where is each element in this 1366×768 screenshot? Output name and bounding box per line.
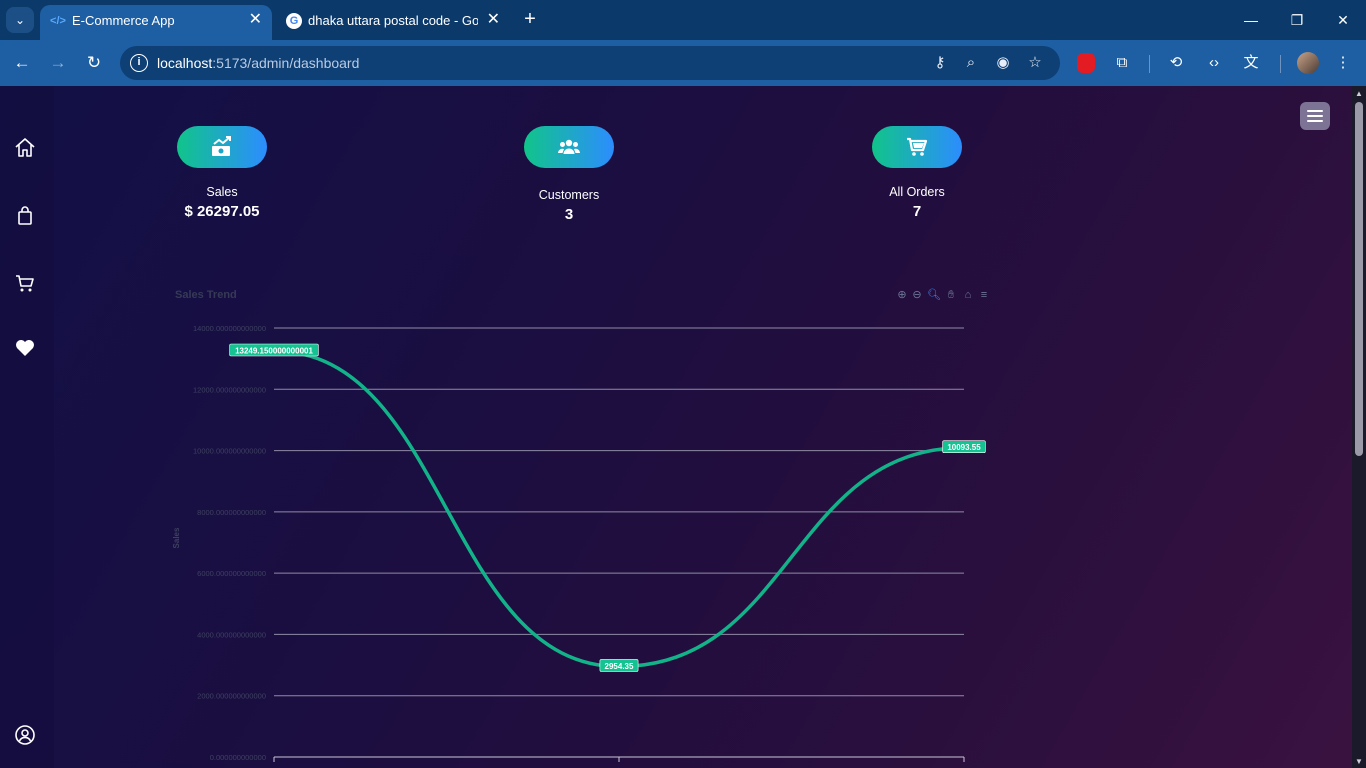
sales-series-line — [272, 349, 966, 669]
chart-canvas: Sales 0.000000000000 2000.000000000000 400… — [172, 324, 986, 762]
close-window-button[interactable]: ✕ — [1328, 8, 1358, 32]
cart-icon[interactable] — [13, 271, 37, 295]
sales-trend-chart: Sales Trend ⊕ ⊖ 🔍︎ ✋︎ ⌂ ≡ Sales 0.000000… — [165, 276, 1000, 768]
scrollbar-thumb[interactable] — [1355, 102, 1363, 456]
toolbar-divider — [1280, 55, 1281, 73]
stat-label: All Orders — [889, 185, 945, 199]
history-icon[interactable]: ⟲ — [1165, 52, 1187, 74]
y-tick-label: 12000.000000000000 — [193, 385, 266, 394]
reload-button[interactable]: ↻ — [82, 51, 106, 75]
stat-label: Customers — [538, 188, 600, 202]
site-info-icon[interactable]: i — [130, 54, 148, 72]
y-tick-label: 0.000000000000 — [210, 753, 266, 762]
y-tick-label: 14000.000000000000 — [193, 324, 266, 333]
y-tick-label: 6000.000000000000 — [197, 569, 266, 578]
stat-icon-pill[interactable] — [524, 126, 614, 168]
cart-icon — [907, 137, 928, 156]
google-icon: G — [286, 13, 302, 29]
y-tick-label: 10000.000000000000 — [193, 447, 266, 456]
stat-value: 3 — [564, 206, 574, 223]
tab-google-search[interactable]: G dhaka uttara postal code - Google Sear… — [276, 5, 510, 40]
stat-card-sales: Sales $ 26297.05 — [172, 126, 272, 220]
back-button[interactable]: ← — [10, 51, 34, 75]
translate-icon[interactable]: 文 — [1240, 52, 1262, 74]
stat-card-orders: All Orders 7 — [857, 126, 977, 220]
forward-button[interactable]: → — [46, 51, 70, 75]
more-menu-icon[interactable]: ⋮ — [1332, 52, 1354, 74]
shopping-bag-icon[interactable] — [13, 204, 37, 228]
tab-title: dhaka uttara postal code - Google Search — [308, 13, 478, 28]
bookmark-star-icon[interactable]: ☆ — [1025, 54, 1045, 72]
stat-label: Sales — [206, 185, 238, 199]
money-trend-icon — [212, 136, 231, 156]
stat-card-customers: Customers 3 — [509, 126, 629, 223]
restore-button[interactable]: ❐ — [1282, 8, 1312, 32]
sidebar — [0, 86, 54, 768]
menu-toggle-button[interactable] — [1300, 102, 1330, 130]
data-label: 13249.150000000001 — [235, 347, 313, 356]
y-tick-label: 8000.000000000000 — [197, 508, 266, 517]
url-text[interactable]: localhost:5173/admin/dashboard — [157, 55, 359, 71]
toolbar-divider — [1149, 55, 1150, 73]
address-bar[interactable]: i localhost:5173/admin/dashboard ⚷ ⌕ ◉ ☆ — [120, 46, 1060, 80]
y-tick-label: 4000.000000000000 — [197, 630, 266, 639]
data-label: 10093.55 — [947, 443, 981, 452]
stat-value: $ 26297.05 — [184, 203, 260, 220]
dashboard-page: Sales $ 26297.05 Customers 3 All Orders — [0, 86, 1352, 768]
zoom-icon[interactable]: ⌕ — [961, 54, 981, 72]
data-label: 2954.35 — [605, 662, 634, 671]
users-icon — [558, 139, 580, 154]
page-scrollbar[interactable]: ▲ ▼ — [1352, 86, 1366, 768]
new-tab-button[interactable]: + — [518, 8, 542, 32]
code-icon: </> — [50, 15, 66, 27]
close-icon[interactable]: ✕ — [487, 11, 500, 29]
extension-red-icon[interactable] — [1077, 53, 1095, 73]
profile-avatar[interactable] — [1297, 52, 1319, 74]
scroll-down-arrow[interactable]: ▼ — [1355, 758, 1363, 766]
stat-icon-pill[interactable] — [177, 126, 267, 168]
stat-value: 7 — [912, 203, 922, 220]
tab-title: E-Commerce App — [72, 13, 175, 28]
tab-ecommerce-app[interactable]: </> E-Commerce App ✕ — [40, 5, 272, 40]
close-icon[interactable]: ✕ — [249, 11, 262, 29]
browser-toolbar: ← → ↻ i localhost:5173/admin/dashboard ⚷… — [0, 40, 1366, 86]
y-tick-label: 2000.000000000000 — [197, 692, 266, 701]
tab-search-button[interactable]: ⌄ — [6, 7, 34, 33]
heart-icon[interactable] — [13, 336, 37, 360]
minimize-button[interactable]: — — [1236, 8, 1266, 32]
scroll-up-arrow[interactable]: ▲ — [1355, 90, 1363, 98]
password-key-icon[interactable]: ⚷ — [930, 54, 950, 72]
devtools-code-icon[interactable]: ‹› — [1203, 52, 1225, 74]
extensions-puzzle-icon[interactable]: ⧉ — [1111, 52, 1133, 74]
home-icon[interactable] — [13, 136, 37, 160]
user-circle-icon[interactable] — [13, 723, 37, 747]
browser-tab-bar: ⌄ </> E-Commerce App ✕ G dhaka uttara po… — [0, 0, 1366, 40]
stat-icon-pill[interactable] — [872, 126, 962, 168]
eye-icon[interactable]: ◉ — [993, 54, 1013, 72]
y-axis-title: Sales — [172, 527, 181, 548]
